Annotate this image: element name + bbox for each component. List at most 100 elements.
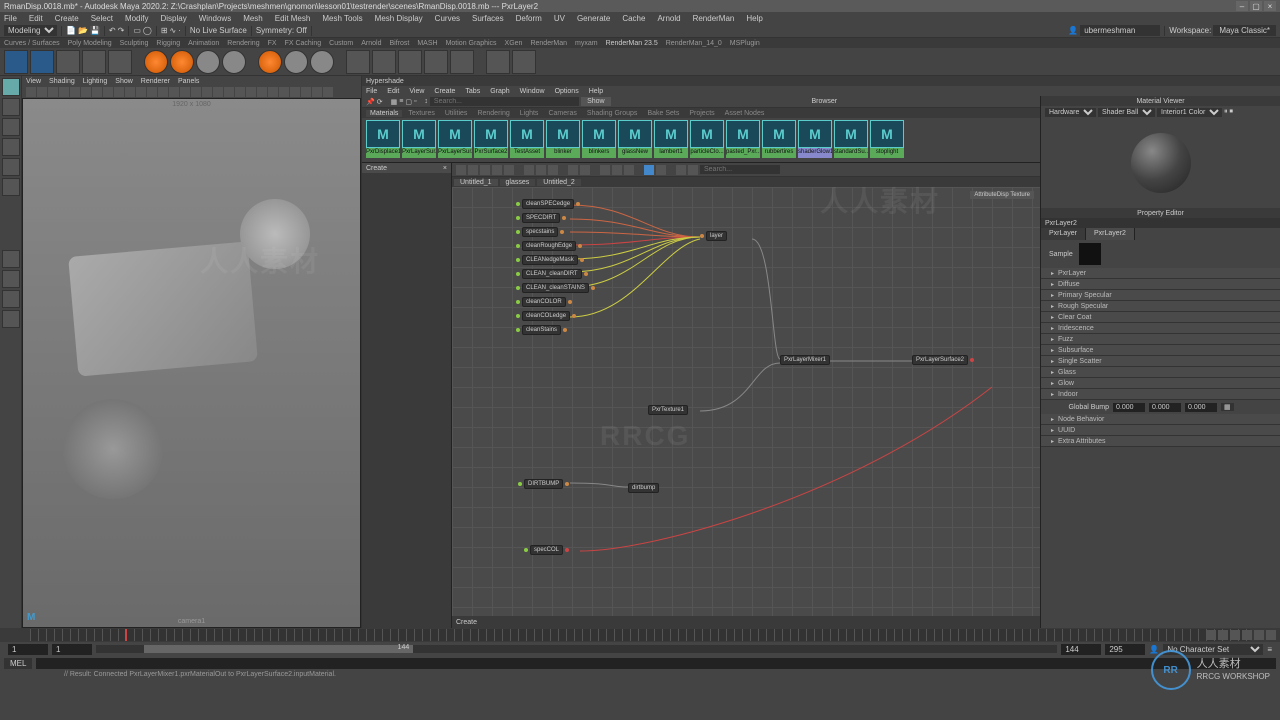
shelf-tab[interactable]: Animation [188, 40, 219, 47]
node-clear-icon[interactable] [568, 165, 578, 175]
close-button[interactable]: × [1264, 1, 1276, 11]
graph-node[interactable]: specCOL [524, 545, 569, 555]
browser-search[interactable] [430, 97, 579, 106]
shelf-help-icon[interactable] [512, 50, 536, 74]
material-swatch[interactable]: MglassNew [618, 120, 652, 160]
viewport-icon[interactable] [279, 87, 289, 97]
shelf-sphere-icon[interactable] [284, 50, 308, 74]
graph-node[interactable]: CLEAN_cleanDIRT [516, 269, 588, 279]
property-section[interactable]: Diffuse [1041, 279, 1280, 290]
shelf-mesh-icon[interactable] [346, 50, 370, 74]
move-tool[interactable] [2, 138, 20, 156]
mode-select[interactable]: Modeling [4, 25, 57, 36]
shelf-tab[interactable]: Rigging [156, 40, 180, 47]
hyper-menu-item[interactable]: Tabs [465, 88, 480, 95]
node-sync-icon[interactable] [656, 165, 666, 175]
viewport-icon[interactable] [257, 87, 267, 97]
viewport-icon[interactable] [103, 87, 113, 97]
property-section[interactable]: PxrLayer [1041, 268, 1280, 279]
viewport-icon[interactable] [26, 87, 36, 97]
shelf-light-3-icon[interactable] [196, 50, 220, 74]
anim-layer-icon[interactable]: ≡ [1267, 645, 1272, 654]
viewport-icon[interactable] [136, 87, 146, 97]
shelf-tab[interactable]: Arnold [361, 40, 381, 47]
snap-point-icon[interactable]: · [178, 26, 181, 35]
shelf-tab[interactable]: RenderMan [530, 40, 567, 47]
material-swatch[interactable]: Mblinkers [582, 120, 616, 160]
mv-shape-select[interactable]: Shader Ball [1098, 108, 1155, 117]
menu-windows[interactable]: Windows [199, 14, 231, 23]
shelf-tab[interactable]: FX Caching [285, 40, 322, 47]
shelf-light-2-icon[interactable] [170, 50, 194, 74]
node-tab[interactable]: glasses [500, 179, 536, 186]
material-preview[interactable] [1041, 118, 1280, 208]
node-graph[interactable]: AttributeDisp Texture cleanSPECedgeSPECD… [452, 187, 1040, 616]
shelf-m-icon[interactable] [424, 50, 448, 74]
layout-1-icon[interactable] [2, 250, 20, 268]
small-icon[interactable]: ▫ [414, 98, 416, 105]
hyper-menu-item[interactable]: Edit [387, 88, 399, 95]
node-tool-icon[interactable] [456, 165, 466, 175]
browser-tab[interactable]: Projects [685, 110, 718, 117]
range-start2[interactable] [52, 644, 92, 655]
menu-deform[interactable]: Deform [516, 14, 542, 23]
rotate-tool[interactable] [2, 158, 20, 176]
property-section[interactable]: Indoor [1041, 389, 1280, 400]
select-tool[interactable] [2, 78, 20, 96]
node-tab[interactable]: Untitled_2 [537, 179, 581, 186]
shelf-tab[interactable]: Poly Modeling [68, 40, 112, 47]
material-swatch[interactable]: MPxrLayerSur... [438, 120, 472, 160]
graph-node[interactable]: dirtbump [628, 483, 659, 493]
property-section[interactable]: UUID [1041, 425, 1280, 436]
hyper-menu-item[interactable]: View [409, 88, 424, 95]
shelf-tab[interactable]: Motion Graphics [446, 40, 497, 47]
viewport-icon[interactable] [158, 87, 168, 97]
viewport-menu-item[interactable]: Panels [178, 78, 199, 85]
menu-mesh-tools[interactable]: Mesh Tools [322, 14, 362, 23]
graph-node[interactable]: layer [700, 231, 727, 241]
viewport-icon[interactable] [92, 87, 102, 97]
material-swatch[interactable]: Mstoplight [870, 120, 904, 160]
viewport-icon[interactable] [180, 87, 190, 97]
go-start-icon[interactable] [1206, 630, 1216, 640]
shelf-sphere2-icon[interactable] [310, 50, 334, 74]
hyper-menu-item[interactable]: Graph [490, 88, 509, 95]
scale-tool[interactable] [2, 178, 20, 196]
graph-node[interactable]: cleanRoughEdge [516, 241, 582, 251]
menu-renderman[interactable]: RenderMan [693, 14, 735, 23]
step-fwd-icon[interactable] [1254, 630, 1264, 640]
viewport-icon[interactable] [290, 87, 300, 97]
node-frame-icon[interactable] [624, 165, 634, 175]
shelf-rman-icon[interactable] [4, 50, 28, 74]
menu-modify[interactable]: Modify [125, 14, 149, 23]
node-mode-icon[interactable] [644, 165, 654, 175]
graph-node[interactable]: SPECDIRT [516, 213, 566, 223]
snap-curve-icon[interactable]: ∿ [170, 26, 177, 35]
lasso-tool[interactable] [2, 98, 20, 116]
node-output-icon[interactable] [536, 165, 546, 175]
menu-edit-mesh[interactable]: Edit Mesh [275, 14, 311, 23]
shelf-tractor-icon[interactable] [108, 50, 132, 74]
menu-mesh[interactable]: Mesh [243, 14, 263, 23]
bump-z[interactable] [1185, 403, 1217, 412]
bump-y[interactable] [1149, 403, 1181, 412]
hyper-menu-item[interactable]: Help [589, 88, 603, 95]
graph-node[interactable]: specstains [516, 227, 564, 237]
viewport-icon[interactable] [312, 87, 322, 97]
shelf-tab[interactable]: Rendering [227, 40, 259, 47]
grid-icon[interactable]: ▦ [391, 98, 398, 106]
viewport-icon[interactable] [147, 87, 157, 97]
browser-tab[interactable]: Lights [516, 110, 543, 117]
material-swatch[interactable]: Mpasted_Pxr... [726, 120, 760, 160]
node-snap-icon[interactable] [676, 165, 686, 175]
property-section[interactable]: Node Behavior [1041, 414, 1280, 425]
pin-icon[interactable]: 📌 [366, 98, 375, 106]
graph-node[interactable]: cleanCOLOR [516, 297, 572, 307]
shelf-tx-icon[interactable] [398, 50, 422, 74]
shelf-tab[interactable]: Curves / Surfaces [4, 40, 60, 47]
go-end-icon[interactable] [1266, 630, 1276, 640]
sample-swatch[interactable] [1079, 243, 1101, 265]
shelf-tab[interactable]: XGen [505, 40, 523, 47]
shelf-tab[interactable]: RenderMan_14_0 [666, 40, 722, 47]
menu-select[interactable]: Select [91, 14, 113, 23]
